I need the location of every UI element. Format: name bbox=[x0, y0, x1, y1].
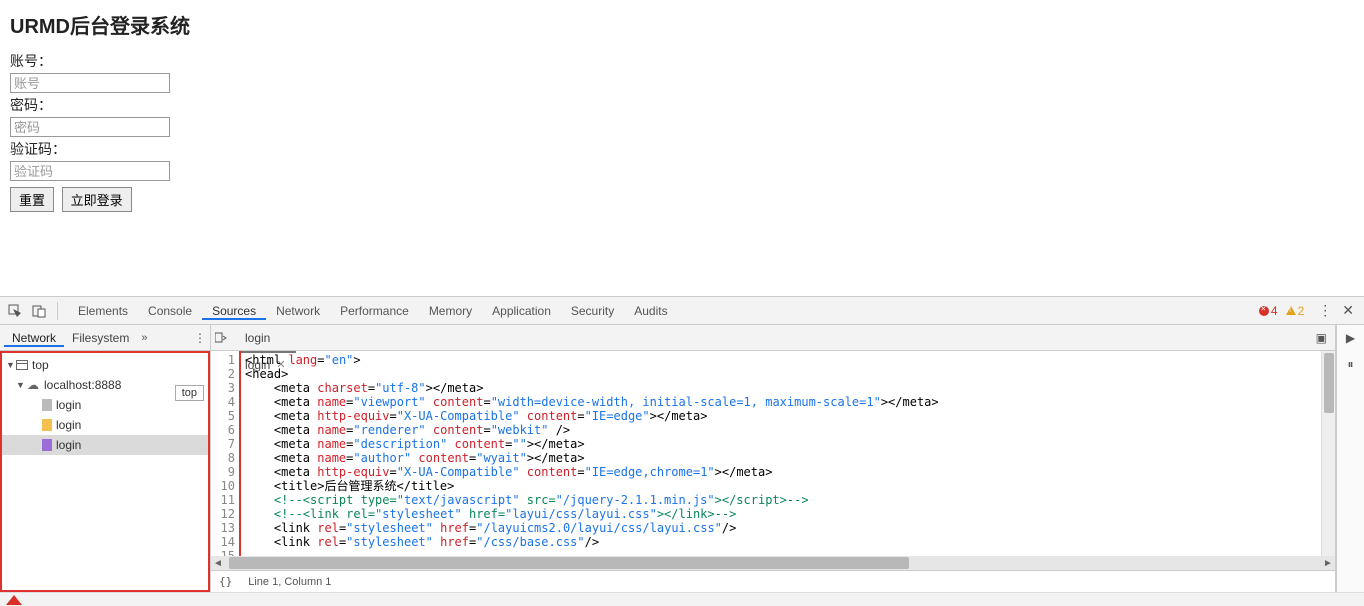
line-number[interactable]: 15 bbox=[211, 549, 235, 556]
file-tabs: loginloginlogin✕ ▣ bbox=[211, 325, 1335, 351]
cloud-icon: ☁ bbox=[26, 378, 40, 392]
line-gutter: 123456789101112131415 bbox=[211, 351, 241, 556]
os-taskbar bbox=[0, 592, 1364, 606]
devtools-tab-security[interactable]: Security bbox=[561, 304, 624, 318]
sidebar-tab-filesystem[interactable]: Filesystem bbox=[64, 331, 137, 345]
code-line[interactable]: <meta http-equiv="X-UA-Compatible" conte… bbox=[245, 465, 1321, 479]
devtools-tab-network[interactable]: Network bbox=[266, 304, 330, 318]
warning-count[interactable]: 2 bbox=[1286, 304, 1305, 318]
devtools-tab-application[interactable]: Application bbox=[482, 304, 561, 318]
file-icon bbox=[42, 419, 52, 431]
code-line[interactable]: <html lang="en"> bbox=[245, 353, 1321, 367]
tree-file-label: login bbox=[56, 438, 81, 452]
code-line[interactable]: <meta name="viewport" content="width=dev… bbox=[245, 395, 1321, 409]
account-label: 账号： bbox=[10, 53, 52, 69]
cursor-position: Line 1, Column 1 bbox=[248, 576, 331, 588]
horizontal-scrollbar[interactable]: ◄ ► bbox=[211, 556, 1335, 570]
code-line[interactable]: <link rel="stylesheet" href="/layuicms2.… bbox=[245, 521, 1321, 535]
line-number[interactable]: 14 bbox=[211, 535, 235, 549]
password-label: 密码： bbox=[10, 97, 52, 113]
tree-tooltip: top bbox=[175, 385, 204, 401]
tree-top[interactable]: ▼ top bbox=[2, 355, 208, 375]
devtools-tabs: ElementsConsoleSourcesNetworkPerformance… bbox=[0, 297, 1364, 325]
devtools-tab-audits[interactable]: Audits bbox=[624, 304, 677, 318]
pretty-print-icon[interactable]: {} bbox=[219, 575, 232, 588]
tree-file[interactable]: login bbox=[2, 435, 208, 455]
devtools-tab-performance[interactable]: Performance bbox=[330, 304, 419, 318]
tree-top-label: top bbox=[32, 358, 49, 372]
sidebar-menu-icon[interactable]: ⋮ bbox=[194, 331, 206, 345]
line-number[interactable]: 9 bbox=[211, 465, 235, 479]
code-line[interactable]: <link rel="stylesheet" href="/css/base.c… bbox=[245, 535, 1321, 549]
frame-icon bbox=[16, 360, 28, 370]
code-line[interactable]: <meta name="author" content="wyait"></me… bbox=[245, 451, 1321, 465]
taskbar-app-icon[interactable] bbox=[6, 595, 22, 605]
devtools-close-icon[interactable]: ✕ bbox=[1338, 302, 1358, 319]
tree-file-label: login bbox=[56, 418, 81, 432]
devtools-tab-elements[interactable]: Elements bbox=[68, 304, 138, 318]
devtools-menu-icon[interactable]: ⋮ bbox=[1312, 302, 1338, 319]
code-line[interactable]: <meta name="renderer" content="webkit" /… bbox=[245, 423, 1321, 437]
tree-file-label: login bbox=[56, 398, 81, 412]
devtools-panel: ElementsConsoleSourcesNetworkPerformance… bbox=[0, 296, 1364, 592]
line-number[interactable]: 12 bbox=[211, 507, 235, 521]
devtools-tab-memory[interactable]: Memory bbox=[419, 304, 482, 318]
code-line[interactable]: <title>后台管理系统</title> bbox=[245, 479, 1321, 493]
line-number[interactable]: 8 bbox=[211, 451, 235, 465]
error-count[interactable]: 4 bbox=[1259, 304, 1278, 318]
devtools-tab-console[interactable]: Console bbox=[138, 304, 202, 318]
code-line[interactable]: <meta http-equiv="X-UA-Compatible" conte… bbox=[245, 409, 1321, 423]
page-title: URMD后台登录系统 bbox=[10, 10, 1354, 39]
line-number[interactable]: 7 bbox=[211, 437, 235, 451]
code-line[interactable]: <meta charset="utf-8"></meta> bbox=[245, 381, 1321, 395]
devtools-tab-sources[interactable]: Sources bbox=[202, 304, 266, 320]
sources-sidebar: NetworkFilesystem » ⋮ ▼ top ▼ ☁ localhos… bbox=[0, 325, 211, 592]
password-input[interactable] bbox=[10, 117, 170, 137]
login-button[interactable]: 立即登录 bbox=[62, 187, 132, 212]
tree-file[interactable]: login bbox=[2, 415, 208, 435]
editor-statusbar: {} Line 1, Column 1 bbox=[211, 570, 1335, 592]
code-line[interactable]: <!--<script type="text/javascript" src="… bbox=[245, 493, 1321, 507]
login-page: URMD后台登录系统 账号： 密码： 验证码： 重置 立即登录 bbox=[0, 0, 1364, 296]
pause-icon[interactable]: ⏸ bbox=[1347, 351, 1353, 378]
inspect-icon[interactable] bbox=[6, 302, 24, 320]
code-line[interactable]: <head> bbox=[245, 367, 1321, 381]
sidebar-more-chevron-icon[interactable]: » bbox=[137, 332, 151, 344]
line-number[interactable]: 11 bbox=[211, 493, 235, 507]
line-number[interactable]: 10 bbox=[211, 479, 235, 493]
sidebar-tab-network[interactable]: Network bbox=[4, 331, 64, 347]
resume-icon[interactable]: ▶ bbox=[1346, 325, 1355, 351]
code-editor[interactable]: <html lang="en"><head> <meta charset="ut… bbox=[241, 351, 1321, 556]
file-icon bbox=[42, 399, 52, 411]
line-number[interactable]: 5 bbox=[211, 409, 235, 423]
line-number[interactable]: 1 bbox=[211, 353, 235, 367]
nav-files-icon[interactable] bbox=[215, 332, 231, 344]
tree-origin-label: localhost:8888 bbox=[44, 378, 121, 392]
file-tree: ▼ top ▼ ☁ localhost:8888 loginloginlogin… bbox=[0, 351, 210, 592]
captcha-input[interactable] bbox=[10, 161, 170, 181]
captcha-label: 验证码： bbox=[10, 141, 66, 157]
file-tab[interactable]: login bbox=[235, 325, 296, 351]
line-number[interactable]: 2 bbox=[211, 367, 235, 381]
debugger-panel: ▶ ⏸ bbox=[1336, 325, 1364, 592]
line-number[interactable]: 6 bbox=[211, 423, 235, 437]
account-input[interactable] bbox=[10, 73, 170, 93]
file-icon bbox=[42, 439, 52, 451]
line-number[interactable]: 13 bbox=[211, 521, 235, 535]
toggle-navigator-icon[interactable]: ▣ bbox=[1312, 331, 1331, 345]
device-toggle-icon[interactable] bbox=[30, 302, 48, 320]
line-number[interactable]: 4 bbox=[211, 395, 235, 409]
code-area: loginloginlogin✕ ▣ 123456789101112131415… bbox=[211, 325, 1336, 592]
file-tab-label: login bbox=[245, 325, 270, 351]
code-line[interactable] bbox=[245, 549, 1321, 556]
line-number[interactable]: 3 bbox=[211, 381, 235, 395]
code-line[interactable]: <!--<link rel="stylesheet" href="layui/c… bbox=[245, 507, 1321, 521]
reset-button[interactable]: 重置 bbox=[10, 187, 54, 212]
account-row: 账号： bbox=[10, 51, 1354, 71]
vertical-scrollbar[interactable] bbox=[1321, 351, 1335, 556]
code-line[interactable]: <meta name="description" content=""></me… bbox=[245, 437, 1321, 451]
